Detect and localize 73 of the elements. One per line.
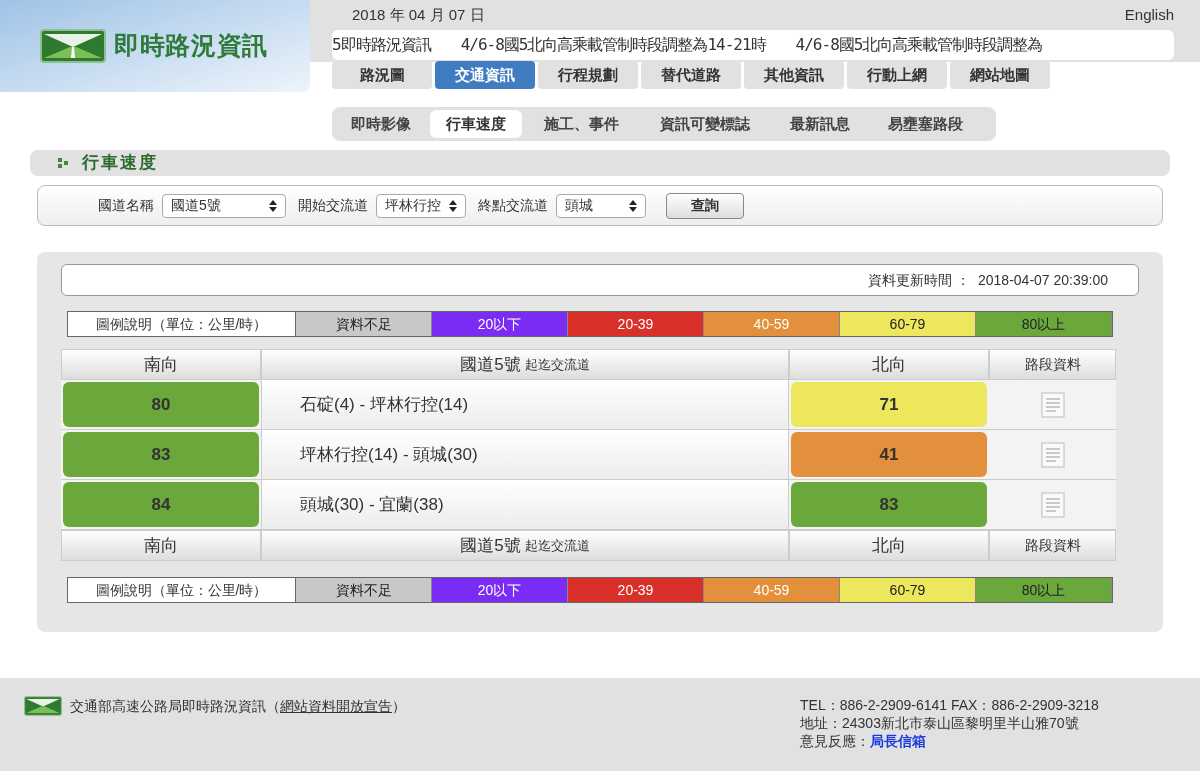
language-link[interactable]: English: [1124, 3, 1174, 27]
mailbox-link[interactable]: 局長信箱: [870, 732, 926, 750]
speed-cell: 41: [791, 432, 987, 477]
legend-title: 圖例說明（單位：公里/時）: [68, 578, 296, 602]
column-header: 路段資料: [989, 530, 1116, 561]
update-time: 2018-04-07 20:39:00: [978, 270, 1108, 290]
speed-cell: 84: [63, 482, 259, 527]
legend-swatch: 80以上: [976, 312, 1112, 336]
filter-label: 開始交流道: [298, 196, 368, 215]
column-header: 北向: [789, 530, 989, 561]
contact-text: 意見反應：: [800, 732, 870, 750]
date-text: 2018 年 04 月 07 日: [352, 4, 485, 25]
filter-label: 國道名稱: [98, 196, 154, 215]
legend-swatch: 60-79: [840, 578, 976, 602]
document-icon[interactable]: [1040, 441, 1065, 468]
nav-tab[interactable]: 網站地圖: [950, 61, 1050, 89]
sub-tab[interactable]: 即時影像: [336, 110, 426, 138]
speed-cell: 80: [63, 382, 259, 427]
segment-cell: 頭城(30) - 宜蘭(38): [261, 480, 789, 529]
column-header: 國道5號 起迄交流道: [261, 349, 789, 380]
select-field[interactable]: 坪林行控: [376, 193, 466, 218]
contact-text: TEL：886-2-2909-6141 FAX：886-2-2909-3218: [800, 696, 1099, 714]
legend-swatch: 20以下: [432, 312, 568, 336]
column-header: 北向: [789, 349, 989, 380]
column-header: 國道5號 起迄交流道: [261, 530, 789, 561]
column-header: 南向: [61, 349, 261, 380]
document-icon[interactable]: [1040, 491, 1065, 518]
section-title: 行車速度: [82, 152, 158, 175]
legend-swatch: 80以上: [976, 578, 1112, 602]
nav-tab[interactable]: 其他資訊: [744, 61, 844, 89]
legend-title: 圖例說明（單位：公里/時）: [68, 312, 296, 336]
bullet-icon: [58, 158, 70, 168]
sub-tab[interactable]: 施工、事件: [526, 110, 636, 138]
speed-cell: 83: [791, 482, 987, 527]
sub-tab[interactable]: 資訊可變標誌: [640, 110, 770, 138]
segment-cell: 石碇(4) - 坪林行控(14): [261, 380, 789, 429]
logo-icon: [24, 696, 62, 716]
update-label: 資料更新時間 ：: [868, 270, 970, 290]
legend-swatch: 20-39: [568, 578, 704, 602]
query-button[interactable]: 查詢: [666, 192, 744, 219]
sub-tab[interactable]: 易壅塞路段: [870, 110, 980, 138]
nav-tab[interactable]: 替代道路: [641, 61, 741, 89]
sub-tab[interactable]: 最新訊息: [774, 110, 866, 138]
speed-cell: 83: [63, 432, 259, 477]
footer-text: 交通部高速公路局即時路況資訊（網站資料開放宣告）: [70, 697, 406, 716]
legend-swatch: 60-79: [840, 312, 976, 336]
legend-swatch: 資料不足: [296, 578, 432, 602]
speed-cell: 71: [791, 382, 987, 427]
filter-label: 終點交流道: [478, 196, 548, 215]
contact-text: 地址：24303新北市泰山區黎明里半山雅70號: [800, 714, 1079, 732]
segment-cell: 坪林行控(14) - 頭城(30): [261, 430, 789, 479]
news-ticker: 5即時路況資訊 4/6-8國5北向高乘載管制時段調整為14-21時 4/6-8國5北向高乘載管制時段調整為: [332, 34, 1043, 56]
logo-icon: [40, 29, 106, 63]
select-field[interactable]: 頭城: [556, 193, 646, 218]
legend-swatch: 40-59: [704, 312, 840, 336]
column-header: 南向: [61, 530, 261, 561]
nav-tab[interactable]: 行動上網: [847, 61, 947, 89]
document-icon[interactable]: [1040, 391, 1065, 418]
sub-tab[interactable]: 行車速度: [430, 110, 522, 138]
dropdown-icon: [629, 199, 637, 212]
legend-swatch: 資料不足: [296, 312, 432, 336]
legend-swatch: 40-59: [704, 578, 840, 602]
dropdown-icon: [269, 199, 277, 212]
legend-swatch: 20-39: [568, 312, 704, 336]
site-title: 即時路況資訊: [114, 30, 268, 62]
dropdown-icon: [449, 199, 457, 212]
legend-swatch: 20以下: [432, 578, 568, 602]
nav-tab[interactable]: 交通資訊: [435, 61, 535, 89]
open-data-link[interactable]: 網站資料開放宣告: [280, 698, 392, 714]
nav-tab[interactable]: 行程規劃: [538, 61, 638, 89]
select-field[interactable]: 國道5號: [162, 193, 286, 218]
column-header: 路段資料: [989, 349, 1116, 380]
nav-tab[interactable]: 路況圖: [332, 61, 432, 89]
